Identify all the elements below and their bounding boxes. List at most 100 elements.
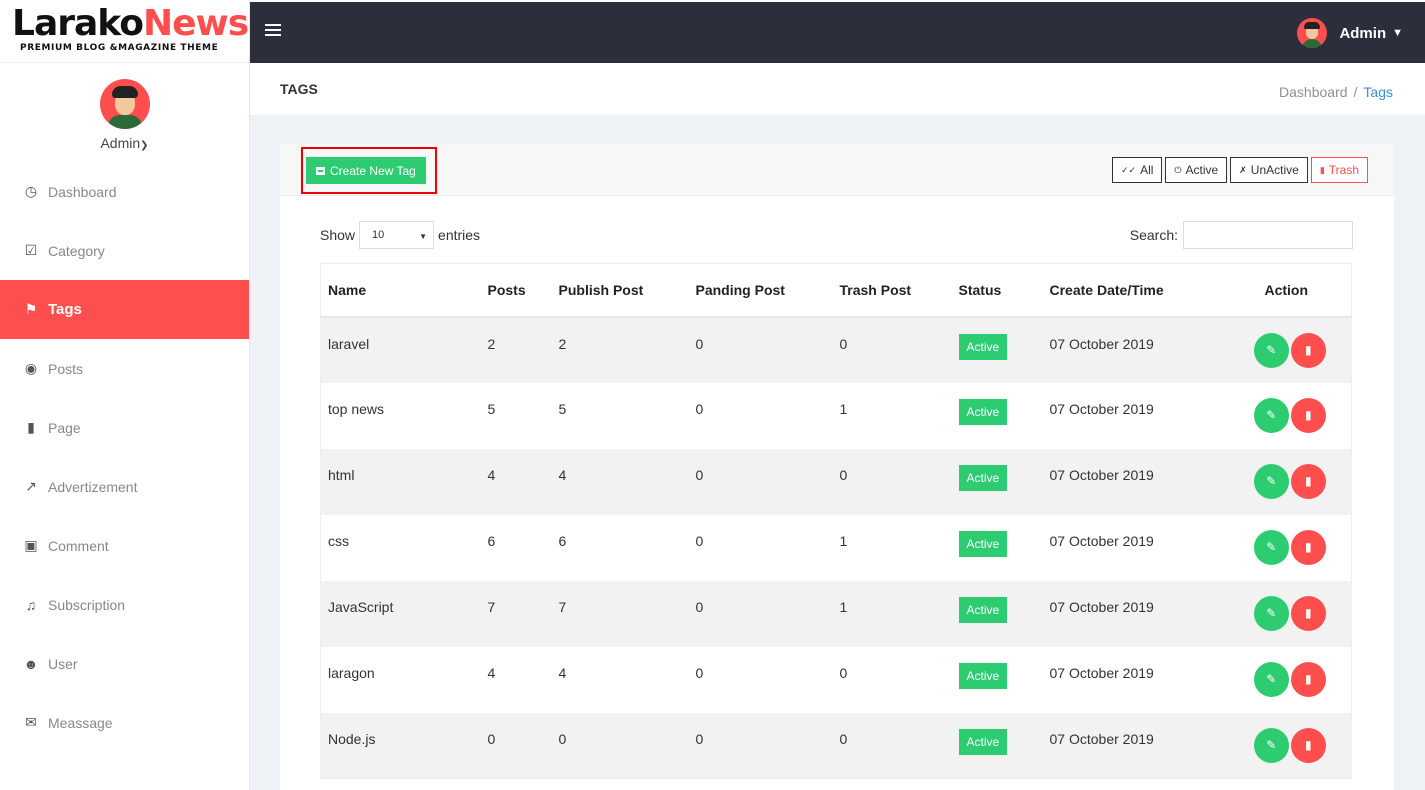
cell-posts: 6 [480,514,552,581]
trash-icon: ▮ [1304,408,1312,422]
search-input[interactable] [1183,221,1353,249]
user-menu[interactable]: Admin ▼ [1297,18,1403,48]
breadcrumb-separator: / [1353,84,1358,100]
trash-icon: ▮ [1304,606,1312,620]
entries-select[interactable]: 10 ▼ [359,221,435,249]
users-icon: ☻ [23,655,39,672]
trash-icon: ▮ [1304,540,1312,554]
entries-select-value: 10 [372,229,385,241]
table-header-row: Name Posts Publish Post Panding Post Tra… [320,263,1352,318]
filter-unactive-button[interactable]: ✗ UnActive [1230,157,1308,183]
edit-button[interactable]: ✎ [1253,595,1289,631]
status-badge[interactable]: Active [958,728,1008,755]
sidebar-profile[interactable]: Admin❯ [0,63,249,153]
cell-name: Node.js [320,712,481,779]
status-badge[interactable]: Active [958,464,1008,491]
status-badge[interactable]: Active [958,662,1008,689]
filter-unactive-label: UnActive [1250,163,1299,177]
table-row: laragon 4 4 0 0 Active 07 October 2019 ✎ ▮ [320,646,1352,713]
sidebar-item-dashboard[interactable]: ◷ Dashboard [0,162,249,221]
status-badge[interactable]: Active [958,530,1008,557]
sidebar-item-comment[interactable]: ▣ Comment [0,516,249,575]
sidebar-item-tags[interactable]: ⚑ Tags [0,280,249,339]
cell-posts: 7 [480,580,552,647]
status-badge[interactable]: Active [958,596,1008,623]
pencil-icon: ✎ [1266,408,1277,422]
double-check-icon: ✓✓ [1120,164,1137,175]
delete-button[interactable]: ▮ [1290,595,1326,631]
column-header-publish-post[interactable]: Publish Post [551,263,689,318]
edit-button[interactable]: ✎ [1253,529,1289,565]
hamburger-menu-icon[interactable] [265,24,281,38]
edit-button[interactable]: ✎ [1253,463,1289,499]
cell-panding-post: 0 [688,382,833,449]
edit-button[interactable]: ✎ [1253,727,1289,763]
add-icon [316,166,325,175]
sidebar-item-meassage[interactable]: ✉ Meassage [0,693,249,752]
sidebar-item-posts[interactable]: ◉ Posts [0,339,249,398]
cell-publish-post: 0 [551,712,689,779]
edit-button[interactable]: ✎ [1253,332,1289,368]
topbar: Admin ▼ [250,0,1425,63]
search-label: Search: [1129,227,1178,243]
edit-button[interactable]: ✎ [1253,661,1289,697]
delete-button[interactable]: ▮ [1290,332,1326,368]
cell-action: ✎ ▮ [1221,514,1352,581]
cell-publish-post: 5 [551,382,689,449]
breadcrumb-dashboard[interactable]: Dashboard [1279,84,1348,100]
sidebar-item-advertizement[interactable]: ↗ Advertizement [0,457,249,516]
column-header-create-date[interactable]: Create Date/Time [1042,263,1222,318]
trash-icon: ▮ [1304,474,1312,488]
sidebar-item-label: Comment [48,537,109,554]
create-new-tag-button[interactable]: Create New Tag [306,157,426,184]
column-header-status[interactable]: Status [951,263,1043,318]
sidebar: LarakoNews PREMIUM BLOG &MAGAZINE THEME … [0,0,250,790]
sidebar-item-category[interactable]: ☑ Category [0,221,249,280]
cell-publish-post: 4 [551,448,689,515]
filter-all-button[interactable]: ✓✓ All [1111,157,1163,183]
delete-button[interactable]: ▮ [1290,463,1326,499]
create-new-tag-label: Create New Tag [330,163,416,178]
column-header-name[interactable]: Name [320,263,481,318]
table-body: laravel 2 2 0 0 Active 07 October 2019 ✎ ▮ top ne… [320,316,1352,779]
profile-name[interactable]: Admin❯ [0,135,249,151]
cell-status: Active [951,382,1043,449]
pencil-icon: ✎ [1266,672,1277,686]
cell-name: laravel [320,316,481,383]
pencil-icon: ✎ [1266,606,1277,620]
entries-length: Show 10 ▼ entries [320,221,480,249]
tag-icon: ⚑ [24,301,38,317]
page-header: TAGS Dashboard / Tags [250,63,1425,115]
delete-button[interactable]: ▮ [1290,727,1326,763]
page-title: TAGS [280,81,318,97]
column-header-trash-post[interactable]: Trash Post [832,263,952,318]
create-button-highlight: Create New Tag [301,147,437,194]
brand-logo[interactable]: LarakoNews PREMIUM BLOG &MAGAZINE THEME [0,0,249,63]
table-row: laravel 2 2 0 0 Active 07 October 2019 ✎ ▮ [320,316,1352,383]
cell-panding-post: 0 [688,448,833,515]
filter-active-button[interactable]: ⏻ Active [1165,157,1228,183]
filter-trash-button[interactable]: ▮ Trash [1310,157,1368,183]
pencil-icon: ✎ [1266,474,1277,488]
status-badge[interactable]: Active [958,398,1008,425]
column-header-panding-post[interactable]: Panding Post [688,263,833,318]
sidebar-item-subscription[interactable]: ♫ Subscription [0,575,249,634]
cell-panding-post: 0 [688,316,833,383]
column-header-posts[interactable]: Posts [480,263,552,318]
cell-status: Active [951,448,1043,515]
delete-button[interactable]: ▮ [1290,397,1326,433]
sidebar-menu: ◷ Dashboard ☑ Category ⚑ Tags ◉ Posts ▮ Page … [0,162,249,752]
delete-button[interactable]: ▮ [1290,661,1326,697]
sidebar-item-page[interactable]: ▮ Page [0,398,249,457]
chevron-down-icon: ▼ [1392,27,1403,39]
filter-trash-label: Trash [1328,163,1359,177]
sidebar-item-user[interactable]: ☻ User [0,634,249,693]
cell-name: top news [320,382,481,449]
blog-icon: ◉ [24,360,38,376]
edit-button[interactable]: ✎ [1253,397,1289,433]
delete-button[interactable]: ▮ [1290,529,1326,565]
show-label: Show [320,227,356,243]
brand-tagline: PREMIUM BLOG &MAGAZINE THEME [20,43,219,53]
status-badge[interactable]: Active [958,333,1008,360]
cell-create-date: 07 October 2019 [1042,514,1222,581]
